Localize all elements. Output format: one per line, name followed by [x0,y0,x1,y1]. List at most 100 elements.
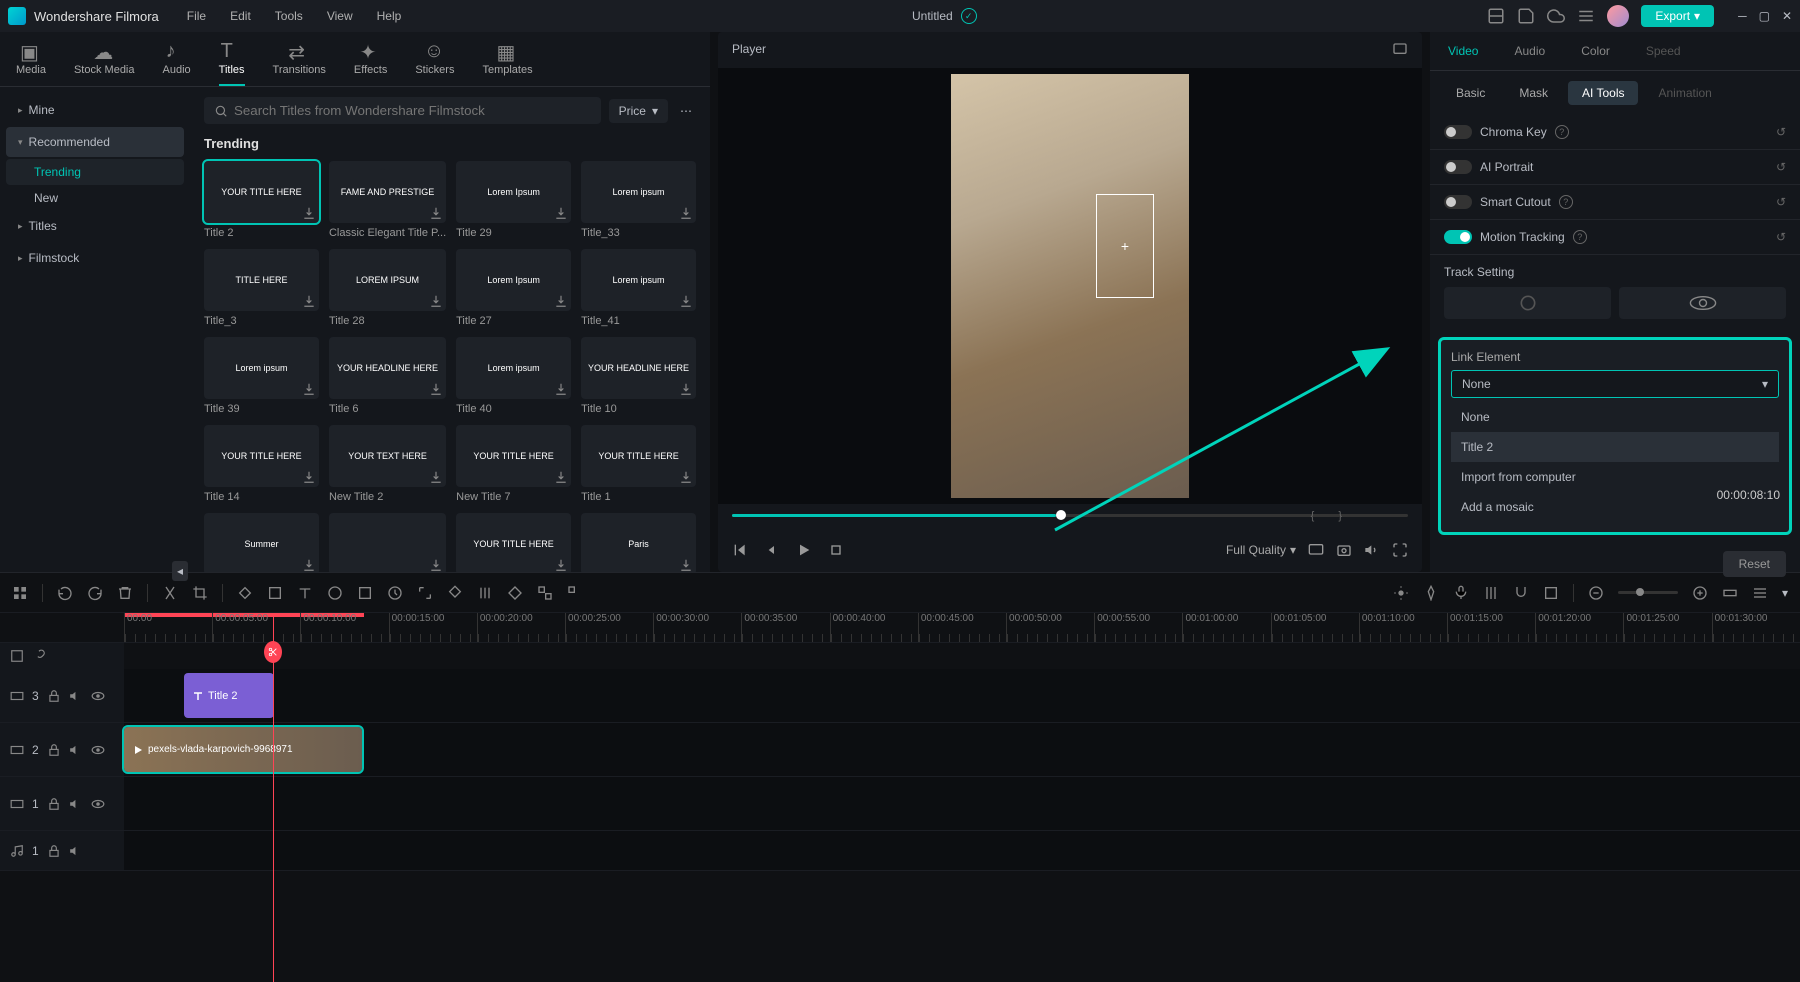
sidebar-item-recommended[interactable]: Recommended [6,127,184,157]
snapshot-icon[interactable] [1336,542,1352,558]
delete-icon[interactable] [117,585,133,601]
mute-icon[interactable] [69,844,83,858]
info-icon[interactable]: ? [1573,230,1587,244]
player-scrubber[interactable]: {} [718,504,1422,528]
zoom-slider[interactable] [1618,591,1678,594]
title-card[interactable]: Lorem IpsumTitle 29 [456,161,571,239]
sidebar-item-mine[interactable]: Mine [6,95,184,125]
split-icon[interactable] [162,585,178,601]
video-clip[interactable]: pexels-vlada-karpovich-9968971 [124,727,362,772]
media-tab-templates[interactable]: ▦Templates [482,40,532,86]
media-tab-titles[interactable]: TTitles [219,40,245,86]
volume-icon[interactable] [1364,542,1380,558]
grid-icon[interactable] [12,585,28,601]
save-icon[interactable] [1517,7,1535,25]
magnet-icon[interactable] [1513,585,1529,601]
step-back-icon[interactable] [764,542,780,558]
menu-tools[interactable]: Tools [275,9,303,23]
keyframe-icon[interactable] [507,585,523,601]
minimize-icon[interactable]: ─ [1738,9,1747,23]
timeline-ruler[interactable]: 00:0000:00:05:0000:00:10:0000:00:15:0000… [0,613,1800,643]
track-box-1[interactable] [1444,287,1611,319]
fit-icon[interactable] [1722,585,1738,601]
link-element-dropdown[interactable]: None▾ [1451,370,1779,398]
info-icon[interactable]: ? [1559,195,1573,209]
mute-icon[interactable] [69,743,83,757]
title-card[interactable]: LOREM IPSUMTitle 28 [329,249,446,327]
title-card[interactable]: YOUR TITLE HERE [456,513,571,572]
marker-icon[interactable] [1423,585,1439,601]
tab-audio[interactable]: Audio [1496,32,1563,70]
title-card[interactable]: Lorem ipsumTitle 40 [456,337,571,415]
media-tab-audio[interactable]: ♪Audio [163,40,191,86]
reset-icon[interactable]: ↺ [1776,195,1786,209]
reset-icon[interactable]: ↺ [1776,125,1786,139]
search-input[interactable] [234,103,591,118]
expand-icon[interactable] [417,585,433,601]
mixer-icon[interactable] [1483,585,1499,601]
fullscreen-icon[interactable] [1392,542,1408,558]
price-filter[interactable]: Price▾ [609,99,668,123]
crop2-icon[interactable] [267,585,283,601]
crop-tool-icon[interactable] [192,585,208,601]
toggle[interactable] [1444,125,1472,139]
title-card[interactable]: YOUR TEXT HERENew Title 2 [329,425,446,503]
reset-icon[interactable]: ↺ [1776,160,1786,174]
sidebar-subitem-new[interactable]: New [6,185,184,211]
title-card[interactable]: YOUR HEADLINE HERETitle 6 [329,337,446,415]
title-card[interactable]: YOUR TITLE HERETitle 2 [204,161,319,239]
subtab-basic[interactable]: Basic [1442,81,1499,105]
collapse-sidebar-icon[interactable]: ◂ [172,561,188,581]
zoom-in-icon[interactable] [1692,585,1708,601]
tag-icon[interactable] [237,585,253,601]
media-tab-transitions[interactable]: ⇄Transitions [273,40,326,86]
tab-video[interactable]: Video [1430,32,1496,70]
menu-file[interactable]: File [187,9,206,23]
undo-icon[interactable] [57,585,73,601]
more-icon[interactable]: ⋯ [676,100,696,122]
subtab-mask[interactable]: Mask [1505,81,1562,105]
track-box-2[interactable] [1619,287,1786,319]
maximize-icon[interactable]: ▢ [1759,9,1770,23]
link-tracks-icon[interactable] [32,649,46,663]
subtab-ai-tools[interactable]: AI Tools [1568,81,1638,105]
mute-icon[interactable] [69,797,83,811]
toggle[interactable] [1444,230,1472,244]
stop-icon[interactable] [828,542,844,558]
lock-icon[interactable] [47,844,61,858]
close-icon[interactable]: ✕ [1782,9,1792,23]
cloud-icon[interactable] [1547,7,1565,25]
media-tab-stickers[interactable]: ☺Stickers [415,40,454,86]
link-option[interactable]: Title 2 [1451,432,1779,462]
title-card[interactable]: Paris [581,513,696,572]
title-clip[interactable]: Title 2 [184,673,274,718]
info-icon[interactable]: ? [1555,125,1569,139]
title-card[interactable]: TITLE HERETitle_3 [204,249,319,327]
motion-tracking-box[interactable] [1096,194,1154,298]
track-view-icon[interactable] [1752,585,1768,601]
redo-icon[interactable] [87,585,103,601]
prev-frame-icon[interactable] [732,542,748,558]
visibility-icon[interactable] [91,797,105,811]
mute-icon[interactable] [69,689,83,703]
playhead-handle[interactable] [264,641,282,663]
search-box[interactable] [204,97,601,124]
sidebar-item-filmstock[interactable]: Filmstock [6,243,184,273]
sidebar-item-titles[interactable]: Titles [6,211,184,241]
title-card[interactable]: Lorem ipsumTitle 39 [204,337,319,415]
link-icon[interactable] [327,585,343,601]
media-tab-effects[interactable]: ✦Effects [354,40,387,86]
tab-color[interactable]: Color [1563,32,1628,70]
link-option[interactable]: None [1451,402,1779,432]
lock-icon[interactable] [47,797,61,811]
add-track-icon[interactable] [10,649,24,663]
align-icon[interactable] [477,585,493,601]
track-dropdown-icon[interactable]: ▾ [1782,586,1788,600]
visibility-icon[interactable] [91,689,105,703]
title-card[interactable]: YOUR HEADLINE HERETitle 10 [581,337,696,415]
title-card[interactable] [329,513,446,572]
title-card[interactable]: YOUR TITLE HERENew Title 7 [456,425,571,503]
title-card[interactable]: YOUR TITLE HERETitle 1 [581,425,696,503]
title-card[interactable]: YOUR TITLE HERETitle 14 [204,425,319,503]
paint-icon[interactable] [447,585,463,601]
